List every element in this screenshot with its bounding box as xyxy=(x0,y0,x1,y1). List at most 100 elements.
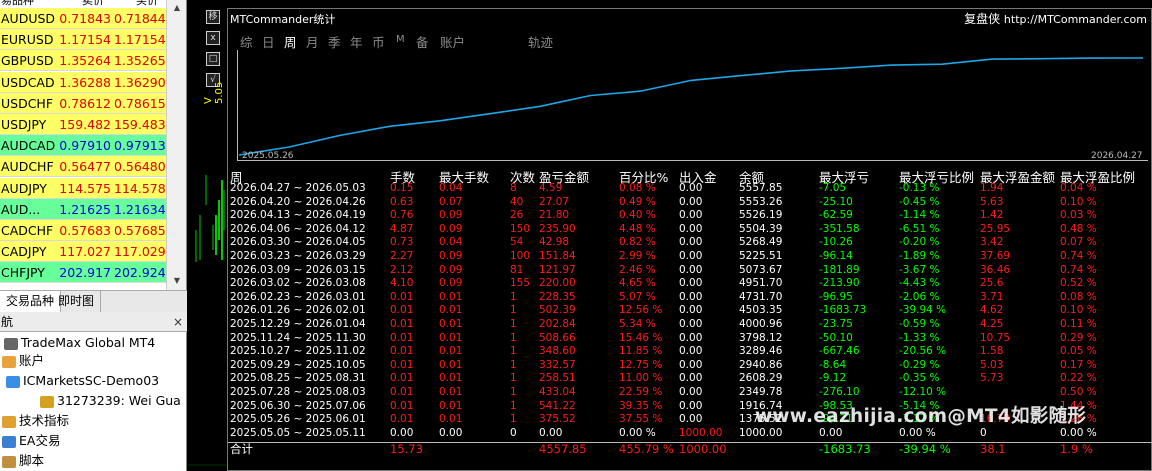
market-watch-row[interactable]: AUDCHF 0.56477 0.56480 xyxy=(0,156,186,178)
scroll-down-icon[interactable]: ▼ xyxy=(167,273,186,289)
market-watch-row[interactable]: USDCHF 0.78612 0.78615 xyxy=(0,92,186,114)
market-watch-row[interactable]: AUDJPY 114.575 114.578 xyxy=(0,177,186,199)
max-drawdown-pct-cell: -4.43 % xyxy=(899,277,940,290)
week-cell: 2026.03.30 ~ 2026.04.05 xyxy=(230,236,366,249)
navigator-item[interactable]: ICMarketsSC-Demo03 xyxy=(6,372,159,390)
table-row[interactable]: 2026.04.20 ~ 2026.04.26 0.63 0.07 40 27.07 0.… xyxy=(228,196,1152,210)
max-drawdown-pct-cell: -39.94 % xyxy=(899,304,947,317)
navigator-item[interactable]: TradeMax Global MT4 xyxy=(4,334,155,352)
table-row[interactable]: 2025.08.25 ~ 2025.08.31 0.01 0.01 1 258.51 11… xyxy=(228,372,1152,386)
market-watch-row[interactable]: USDJPY 159.482 159.483 xyxy=(0,114,186,135)
deposit-cell: 0.00 xyxy=(679,182,703,194)
max-drawdown-cell: -62.59 xyxy=(819,209,853,222)
tab-tick-chart[interactable]: 即时图 xyxy=(52,291,102,312)
tab-note[interactable]: 备 xyxy=(416,32,429,51)
week-cell: 2026.03.09 ~ 2026.03.15 xyxy=(230,263,366,276)
navigator-item[interactable]: 31273239: Wei Gua xyxy=(40,392,181,410)
table-row[interactable]: 2025.05.05 ~ 2025.05.11 0.00 0.00 0 0.00 0.00… xyxy=(228,427,1152,441)
col-symbol-header[interactable]: 易品种 xyxy=(1,0,34,8)
brand-url-link[interactable]: http://MTCommander.com xyxy=(1004,13,1147,26)
max-drawdown-pct-cell: -0.35 % xyxy=(899,372,940,385)
week-cell: 2025.06.30 ~ 2025.07.06 xyxy=(230,399,366,412)
max-lots-cell: 0.01 xyxy=(439,386,463,398)
market-watch-row[interactable]: CADCHF 0.57683 0.57685 xyxy=(0,220,186,241)
max-lots-cell: 0.01 xyxy=(439,413,463,426)
table-row[interactable]: 2025.10.27 ~ 2025.11.02 0.01 0.01 1 348.60 11… xyxy=(228,345,1152,359)
max-lots-cell: 0.01 xyxy=(439,358,463,371)
table-row[interactable]: 2025.12.29 ~ 2026.01.04 0.01 0.01 1 202.84 5.… xyxy=(228,318,1152,332)
week-cell: 2025.11.24 ~ 2025.11.30 xyxy=(230,331,366,344)
navigator-item[interactable]: EA交易 xyxy=(2,432,60,450)
tab-trajectory[interactable]: 轨迹 xyxy=(528,32,553,51)
total-max-floating-profit-pct-cell: 1.9 % xyxy=(1060,442,1093,457)
tab-week[interactable]: 周 xyxy=(284,32,297,51)
ask-cell: 1.36290 xyxy=(114,74,166,90)
lots-cell: 0.76 xyxy=(390,209,414,222)
tab-day[interactable]: 日 xyxy=(262,32,275,51)
week-cell: 2025.10.27 ~ 2025.11.02 xyxy=(230,345,366,358)
table-row[interactable]: 2026.03.30 ~ 2026.04.05 0.73 0.04 54 42.98 0.… xyxy=(228,236,1152,250)
col-bid-header[interactable]: 卖价 xyxy=(82,0,104,8)
navigator-item[interactable]: 脚本 xyxy=(2,452,44,470)
lots-cell: 2.12 xyxy=(390,263,414,276)
max-floating-profit-pct-cell: 0.10 % xyxy=(1060,304,1097,317)
lots-cell: 0.01 xyxy=(390,304,414,317)
pnl-cell: 348.60 xyxy=(539,345,576,358)
tab-summary[interactable]: 综 xyxy=(240,32,253,51)
table-row[interactable]: 2025.11.24 ~ 2025.11.30 0.01 0.01 1 508.66 15… xyxy=(228,332,1152,346)
percent-cell: 5.34 % xyxy=(619,318,656,330)
col-ask-header[interactable]: 买价 xyxy=(136,0,158,8)
table-row[interactable]: 2026.02.23 ~ 2026.03.01 0.01 0.01 1 228.35 5.… xyxy=(228,291,1152,305)
balance-cell: 2349.78 xyxy=(739,386,783,398)
accounts-icon xyxy=(2,355,16,368)
pnl-cell: 202.84 xyxy=(539,318,576,330)
bid-cell: 159.482 xyxy=(59,117,111,132)
market-watch-row[interactable]: EURUSD 1.17154 1.17154 xyxy=(0,29,186,51)
percent-cell: 5.07 % xyxy=(619,290,656,303)
max-lots-cell: 0.07 xyxy=(439,195,463,208)
max-lots-cell: 0.09 xyxy=(439,222,463,235)
table-row[interactable]: 2026.04.06 ~ 2026.04.12 4.87 0.09 150 235.90… xyxy=(228,223,1152,237)
max-lots-cell: 0.04 xyxy=(439,236,463,249)
navigator-item[interactable]: 账户 xyxy=(2,352,44,370)
bid-cell: 114.575 xyxy=(59,180,111,196)
market-watch-row[interactable]: AUDUSD 0.71843 0.71844 xyxy=(0,8,186,29)
market-watch-row[interactable]: GBPUSD 1.35264 1.35265 xyxy=(0,50,186,72)
table-row[interactable]: 2025.09.29 ~ 2025.10.05 0.01 0.01 1 332.57 12… xyxy=(228,359,1152,373)
market-watch-row[interactable]: USDCAD 1.36288 1.36290 xyxy=(0,71,186,93)
week-cell: 2026.04.20 ~ 2026.04.26 xyxy=(230,195,366,208)
market-watch-scrollbar[interactable]: ▲ ▼ xyxy=(166,0,186,290)
max-drawdown-pct-cell: -20.56 % xyxy=(899,345,947,358)
deposit-cell: 0.00 xyxy=(679,358,703,371)
count-cell: 1 xyxy=(510,413,517,426)
max-floating-profit-pct-cell: 0.08 % xyxy=(1060,290,1097,303)
table-row[interactable]: 2025.07.28 ~ 2025.08.03 0.01 0.01 1 433.04 22… xyxy=(228,386,1152,400)
tab-currency[interactable]: 币 xyxy=(372,32,385,51)
table-row[interactable]: 2026.03.09 ~ 2026.03.15 2.12 0.09 81 121.97 2… xyxy=(228,264,1152,278)
tab-month[interactable]: 月 xyxy=(306,32,319,51)
max-floating-profit-pct-cell: 0.50 % xyxy=(1060,386,1097,398)
tab-year[interactable]: 年 xyxy=(350,32,363,51)
tab-magic[interactable]: M xyxy=(396,34,405,45)
table-row[interactable]: 2026.03.02 ~ 2026.03.08 4.10 0.09 155 220.00… xyxy=(228,277,1152,291)
table-row[interactable]: 2026.01.26 ~ 2026.02.01 0.01 0.01 1 502.39 12… xyxy=(228,304,1152,318)
scroll-up-icon[interactable]: ▲ xyxy=(167,0,186,16)
table-row[interactable]: 2026.04.27 ~ 2026.05.03 0.15 0.04 8 4.59 0.08… xyxy=(228,182,1152,196)
brand-name: 复盘侠 xyxy=(964,12,1001,26)
lots-cell: 0.73 xyxy=(390,236,414,249)
max-drawdown-pct-cell: -12.10 % xyxy=(899,386,947,398)
market-watch-row[interactable]: AUD... 1.21625 1.21634 xyxy=(0,198,186,220)
navigator-item[interactable]: 技术指标 xyxy=(2,412,69,430)
max-drawdown-pct-cell: -1.89 % xyxy=(899,250,940,262)
count-cell: 54 xyxy=(510,236,524,249)
graph-end-date: 2026.04.27 xyxy=(1091,151,1143,161)
market-watch-row[interactable]: AUDCAD 0.97910 0.97913 xyxy=(0,135,186,157)
table-row[interactable]: 2026.04.13 ~ 2026.04.19 0.76 0.09 26 21.80 0.… xyxy=(228,209,1152,223)
market-watch-row[interactable]: CHFJPY 202.917 202.924 xyxy=(0,262,186,284)
count-cell: 40 xyxy=(510,195,524,208)
market-watch-row[interactable]: CADJPY 117.027 117.029 xyxy=(0,241,186,263)
close-icon[interactable]: × xyxy=(173,312,183,332)
table-row[interactable]: 2026.03.23 ~ 2026.03.29 2.27 0.09 100 151.84… xyxy=(228,250,1152,264)
tab-quarter[interactable]: 季 xyxy=(328,32,341,51)
tab-account[interactable]: 账户 xyxy=(440,32,465,51)
